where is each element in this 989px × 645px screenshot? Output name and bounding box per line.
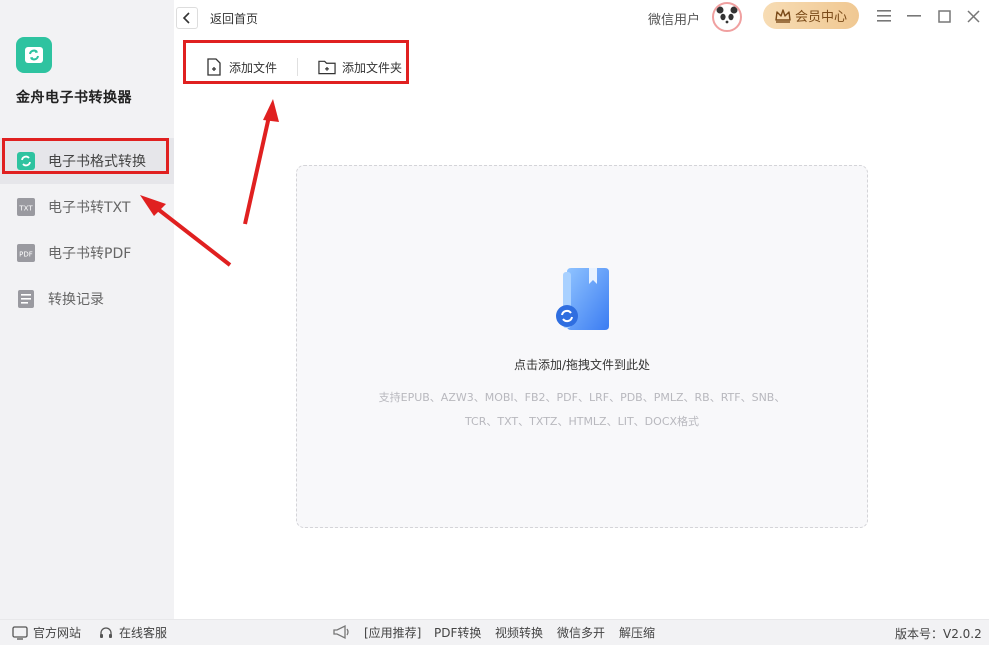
ebook-upload-icon — [553, 266, 617, 336]
app-name: 金舟电子书转换器 — [16, 90, 132, 106]
toolbar-divider — [297, 58, 298, 76]
sidebar-item-label: 电子书转PDF — [48, 246, 132, 262]
official-site-label: 官方网站 — [33, 626, 82, 640]
sidebar-nav: 电子书格式转换 TXT 电子书转TXT PDF 电子书转PDF 转换记录 — [0, 138, 174, 322]
svg-text:TXT: TXT — [18, 205, 33, 213]
megaphone-icon — [332, 623, 352, 641]
sidebar-item-label: 电子书格式转换 — [48, 154, 146, 170]
supported-formats-line-1: 支持EPUB、AZW3、MOBI、FB2、PDF、LRF、PDB、PMLZ、RB… — [378, 391, 786, 404]
supported-formats-line-2: TCR、TXT、TXTZ、HTMLZ、LIT、DOCX格式 — [464, 415, 700, 428]
recommend-wechat-multi[interactable]: 微信多开 — [557, 624, 605, 641]
app-logo-icon — [16, 37, 52, 73]
sidebar: 金舟电子书转换器 电子书格式转换 TXT 电子书转TXT PDF 电子书转PDF… — [0, 0, 174, 619]
add-folder-button[interactable]: 添加文件夹 — [318, 56, 402, 78]
minimize-icon[interactable] — [904, 6, 924, 26]
monitor-icon — [12, 625, 28, 641]
supported-formats: 支持EPUB、AZW3、MOBI、FB2、PDF、LRF、PDB、PMLZ、RB… — [297, 386, 867, 434]
online-service-link[interactable]: 在线客服 — [98, 624, 167, 641]
drop-zone-title: 点击添加/拖拽文件到此处 — [513, 358, 651, 372]
add-folder-icon — [318, 58, 336, 76]
maximize-icon[interactable] — [934, 6, 954, 26]
close-icon[interactable] — [963, 6, 983, 26]
version-label: 版本号：V2.0.2 — [895, 627, 982, 641]
crown-icon — [775, 8, 791, 23]
recommend-pdf-convert[interactable]: PDF转换 — [434, 624, 481, 641]
txt-icon: TXT — [15, 196, 37, 218]
svg-text:PDF: PDF — [19, 251, 33, 259]
ebook-convert-icon — [15, 150, 37, 172]
add-file-label: 添加文件 — [229, 60, 278, 75]
panda-avatar-icon — [716, 6, 738, 28]
arrow-head-toolbar — [263, 99, 279, 122]
sidebar-item-ebook-to-txt[interactable]: TXT 电子书转TXT — [0, 184, 174, 230]
online-service-label: 在线客服 — [119, 626, 168, 640]
recommend-unzip[interactable]: 解压缩 — [619, 624, 655, 641]
vip-center-button[interactable]: 会员中心 — [763, 2, 859, 29]
recommend-label: [应用推荐] — [364, 626, 422, 640]
headset-icon — [98, 625, 114, 641]
avatar[interactable] — [712, 2, 742, 32]
sidebar-item-label: 电子书转TXT — [48, 200, 131, 216]
user-name[interactable]: 微信用户 — [648, 9, 700, 28]
add-file-button[interactable]: 添加文件 — [205, 56, 277, 78]
back-button[interactable] — [176, 7, 198, 29]
sidebar-item-ebook-to-pdf[interactable]: PDF 电子书转PDF — [0, 230, 174, 276]
menu-icon[interactable] — [874, 6, 894, 26]
footer-bar: 官方网站 在线客服 [应用推荐] PDF转换 视频转换 微信多开 解压缩 版本号… — [0, 619, 989, 645]
sidebar-item-label: 转换记录 — [48, 292, 104, 308]
arrow-to-toolbar — [243, 111, 272, 225]
sidebar-item-ebook-convert[interactable]: 电子书格式转换 — [0, 138, 174, 184]
pdf-icon: PDF — [15, 242, 37, 264]
add-folder-label: 添加文件夹 — [342, 60, 403, 75]
add-file-icon — [205, 58, 223, 76]
file-drop-zone[interactable]: 点击添加/拖拽文件到此处 支持EPUB、AZW3、MOBI、FB2、PDF、LR… — [296, 165, 868, 528]
history-icon — [15, 288, 37, 310]
back-home-link[interactable]: 返回首页 — [210, 10, 258, 27]
official-site-link[interactable]: 官方网站 — [12, 624, 81, 641]
recommend-video-convert[interactable]: 视频转换 — [495, 624, 543, 641]
sidebar-item-history[interactable]: 转换记录 — [0, 276, 174, 322]
chevron-left-icon — [182, 12, 190, 24]
vip-center-label: 会员中心 — [794, 10, 847, 25]
